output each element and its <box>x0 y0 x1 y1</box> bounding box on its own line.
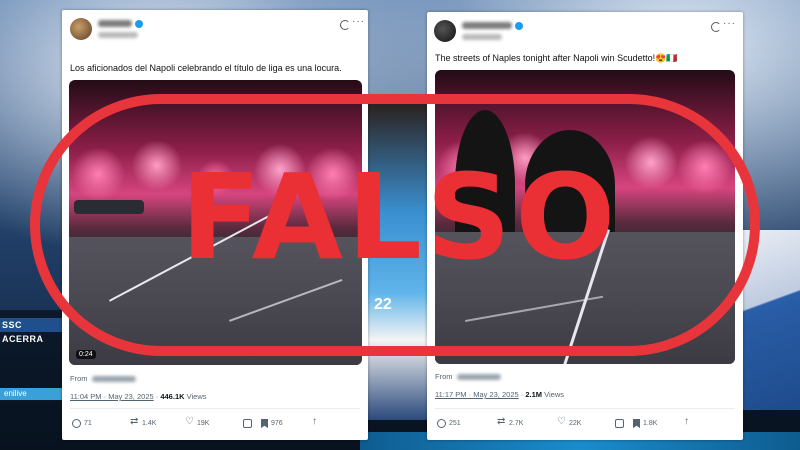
views-label: Views <box>186 392 207 401</box>
like-count: 19K <box>197 420 210 427</box>
verified-badge-icon <box>135 20 143 28</box>
bookmark-count: 976 <box>271 420 283 427</box>
views-count: 446.1K <box>160 392 185 401</box>
from-attribution: From <box>435 372 501 381</box>
views-label: Views <box>544 390 564 399</box>
more-icon[interactable]: ··· <box>352 16 365 27</box>
reply-icon <box>72 419 81 428</box>
from-label: From <box>70 374 88 383</box>
from-attribution: From <box>70 374 136 383</box>
post-timestamp[interactable]: 11:04 PM · May 23, 2025 <box>70 392 154 401</box>
avatar[interactable] <box>70 18 92 40</box>
post-text: Los aficionados del Napoli celebrando el… <box>70 63 342 73</box>
like-button[interactable]: 22K <box>557 416 615 428</box>
ad-board-enilive: enilive <box>0 388 62 400</box>
divider <box>435 408 735 409</box>
action-bar: 71 1.4K 19K 976 <box>72 416 364 428</box>
like-count: 22K <box>569 420 582 427</box>
share-button[interactable] <box>683 416 692 428</box>
reply-button[interactable]: 71 <box>72 419 130 428</box>
share-icon <box>683 416 692 428</box>
repost-button[interactable]: 2.7K <box>497 416 557 428</box>
avatar[interactable] <box>434 20 456 42</box>
grok-analyze-icon <box>243 419 252 428</box>
reply-count: 251 <box>449 420 461 427</box>
post-meta: 11:17 PM · May 23, 2025 · 2.1M Views <box>435 390 564 399</box>
divider <box>70 408 360 409</box>
author-handle-blurred[interactable] <box>462 34 502 40</box>
repost-count: 2.7K <box>509 420 524 427</box>
reply-count: 71 <box>84 420 92 427</box>
post-meta: 11:04 PM · May 23, 2025 · 446.1K Views <box>70 392 207 401</box>
grok-icon[interactable] <box>711 22 721 32</box>
grok-analyze-icon <box>615 419 624 428</box>
reply-button[interactable]: 251 <box>437 419 497 428</box>
more-icon[interactable]: ··· <box>723 18 736 29</box>
post-text: The streets of Naples tonight after Napo… <box>435 53 678 63</box>
author-handle-blurred[interactable] <box>98 32 138 38</box>
repost-count: 1.4K <box>142 420 157 427</box>
bookmark-button[interactable]: 976 <box>261 419 311 428</box>
bookmark-icon <box>633 419 640 428</box>
source-blurred[interactable] <box>91 376 136 383</box>
repost-icon <box>497 416 506 428</box>
repost-icon <box>130 416 139 428</box>
like-button[interactable]: 19K <box>185 416 243 428</box>
reply-icon <box>437 419 446 428</box>
bookmark-button[interactable]: 1.8K <box>633 419 683 428</box>
verified-badge-icon <box>515 22 523 30</box>
source-blurred[interactable] <box>456 374 501 381</box>
action-bar: 251 2.7K 22K 1.8K <box>437 416 737 428</box>
video-duration: 0:24 <box>76 350 96 359</box>
ad-board: SSC ACERRA <box>0 318 62 344</box>
bookmark-icon <box>261 419 268 428</box>
share-button[interactable] <box>311 416 320 428</box>
grok-analyze-button[interactable] <box>615 419 633 428</box>
author-name-blurred[interactable] <box>462 22 512 29</box>
bookmark-count: 1.8K <box>643 420 658 427</box>
repost-button[interactable]: 1.4K <box>130 416 185 428</box>
grok-analyze-button[interactable] <box>243 419 261 428</box>
post-timestamp[interactable]: 11:17 PM · May 23, 2025 <box>435 390 519 399</box>
share-icon <box>311 416 320 428</box>
grok-icon[interactable] <box>340 20 350 30</box>
views-count: 2.1M <box>525 390 543 399</box>
falso-stamp-text: FALSO <box>180 148 620 286</box>
like-icon <box>557 416 566 428</box>
like-icon <box>185 416 194 428</box>
from-label: From <box>435 372 453 381</box>
author-name-blurred[interactable] <box>98 20 132 27</box>
